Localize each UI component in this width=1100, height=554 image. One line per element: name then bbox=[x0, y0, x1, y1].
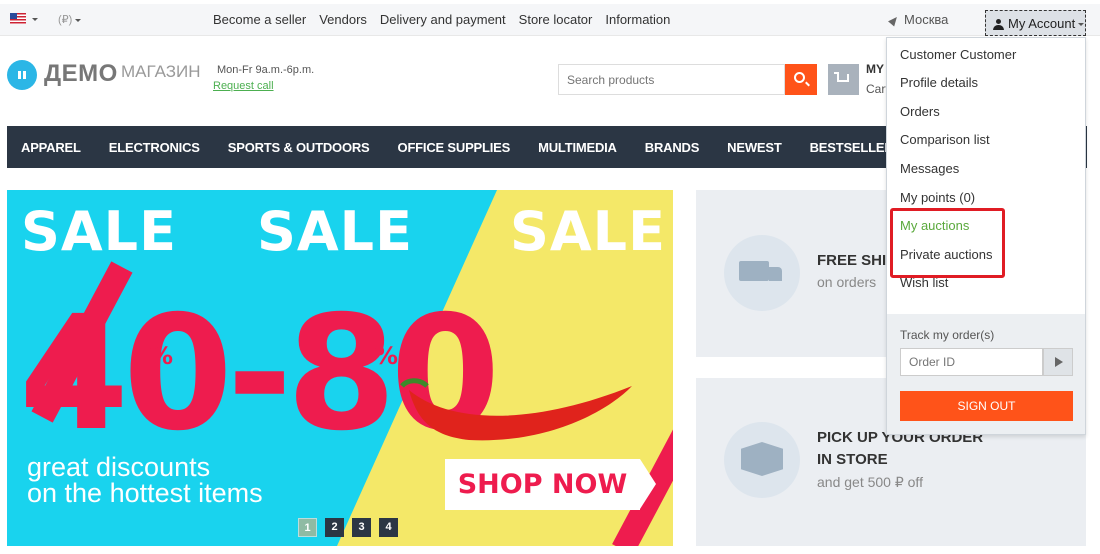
order-id-input[interactable] bbox=[900, 348, 1043, 376]
slide-dot-2[interactable]: 2 bbox=[325, 518, 344, 537]
cart-icon bbox=[834, 72, 849, 82]
shipping-icon-circle bbox=[724, 235, 800, 311]
highlight-box bbox=[890, 208, 1005, 278]
chevron-down-icon[interactable] bbox=[32, 18, 38, 21]
tagline-line-1: great discounts bbox=[27, 452, 211, 482]
city-selector[interactable]: Москва bbox=[888, 12, 948, 27]
slider-pagination: 1 2 3 4 bbox=[298, 518, 398, 537]
top-bar: (₽) Become a seller Vendors Delivery and… bbox=[0, 4, 1100, 36]
nav-link-vendors[interactable]: Vendors bbox=[319, 12, 367, 27]
my-account-button[interactable]: My Account bbox=[985, 10, 1086, 36]
nav-item-brands[interactable]: BRANDS bbox=[645, 140, 700, 155]
package-icon bbox=[741, 442, 783, 476]
truck-icon bbox=[739, 261, 782, 281]
sign-out-button[interactable]: SIGN OUT bbox=[900, 391, 1073, 421]
track-order-section: Track my order(s) SIGN OUT bbox=[887, 314, 1085, 434]
my-cart-title[interactable]: MY bbox=[866, 62, 884, 76]
user-icon bbox=[993, 19, 1004, 30]
search-input[interactable] bbox=[559, 65, 784, 94]
logo-text-main[interactable]: ДЕМО bbox=[44, 60, 118, 88]
menu-item-customer-name[interactable]: Customer Customer bbox=[900, 47, 1016, 62]
nav-item-newest[interactable]: NEWEST bbox=[727, 140, 782, 155]
track-order-label: Track my order(s) bbox=[900, 328, 995, 342]
menu-item-orders[interactable]: Orders bbox=[900, 104, 940, 119]
tagline-line-2: on the hottest items bbox=[27, 478, 263, 508]
chevron-down-icon bbox=[75, 18, 82, 22]
menu-item-profile-details[interactable]: Profile details bbox=[900, 75, 978, 90]
us-flag-icon[interactable] bbox=[10, 13, 26, 24]
sale-banner[interactable]: SALE SALE SALE 40-80 % % great discounts… bbox=[7, 190, 673, 546]
pickup-subtitle: and get 500 ₽ off bbox=[817, 474, 923, 490]
pickup-icon-circle bbox=[724, 422, 800, 498]
nav-item-apparel[interactable]: APPAREL bbox=[21, 140, 81, 155]
nav-link-become-seller[interactable]: Become a seller bbox=[213, 12, 306, 27]
slide-dot-4[interactable]: 4 bbox=[379, 518, 398, 537]
nav-item-office-supplies[interactable]: OFFICE SUPPLIES bbox=[398, 140, 511, 155]
pickup-title-2: IN STORE bbox=[817, 451, 888, 468]
menu-item-comparison-list[interactable]: Comparison list bbox=[900, 132, 990, 147]
menu-item-my-points[interactable]: My points (0) bbox=[900, 190, 975, 205]
banner-tagline: great discounts on the hottest items bbox=[27, 452, 263, 508]
logo-text-sub[interactable]: МАГАЗИН bbox=[121, 62, 200, 82]
chevron-down-icon bbox=[1078, 23, 1085, 27]
top-nav: Become a seller Vendors Delivery and pay… bbox=[213, 12, 670, 27]
working-hours: Mon-Fr 9a.m.-6p.m. bbox=[217, 64, 315, 76]
logo-icon[interactable] bbox=[7, 60, 37, 90]
slide-dot-1[interactable]: 1 bbox=[298, 518, 317, 537]
nav-link-store-locator[interactable]: Store locator bbox=[519, 12, 593, 27]
search-button[interactable] bbox=[785, 64, 817, 95]
nav-item-multimedia[interactable]: MULTIMEDIA bbox=[538, 140, 617, 155]
currency-selector[interactable]: (₽) bbox=[58, 13, 82, 26]
cart-button[interactable] bbox=[828, 64, 859, 95]
shipping-title: FREE SHI bbox=[817, 252, 887, 269]
nav-item-electronics[interactable]: ELECTRONICS bbox=[109, 140, 200, 155]
nav-item-sports-outdoors[interactable]: SPORTS & OUTDOORS bbox=[228, 140, 370, 155]
menu-item-messages[interactable]: Messages bbox=[900, 161, 959, 176]
search-box bbox=[558, 64, 785, 95]
shipping-subtitle: on orders bbox=[817, 274, 877, 290]
location-arrow-icon bbox=[888, 14, 900, 27]
search-icon bbox=[794, 72, 805, 83]
nav-link-delivery-payment[interactable]: Delivery and payment bbox=[380, 12, 506, 27]
track-order-submit-button[interactable] bbox=[1043, 348, 1073, 376]
shop-now-button[interactable]: SHOP NOW bbox=[445, 459, 656, 510]
request-call-link[interactable]: Request call bbox=[213, 80, 274, 92]
nav-link-information[interactable]: Information bbox=[605, 12, 670, 27]
slide-dot-3[interactable]: 3 bbox=[352, 518, 371, 537]
